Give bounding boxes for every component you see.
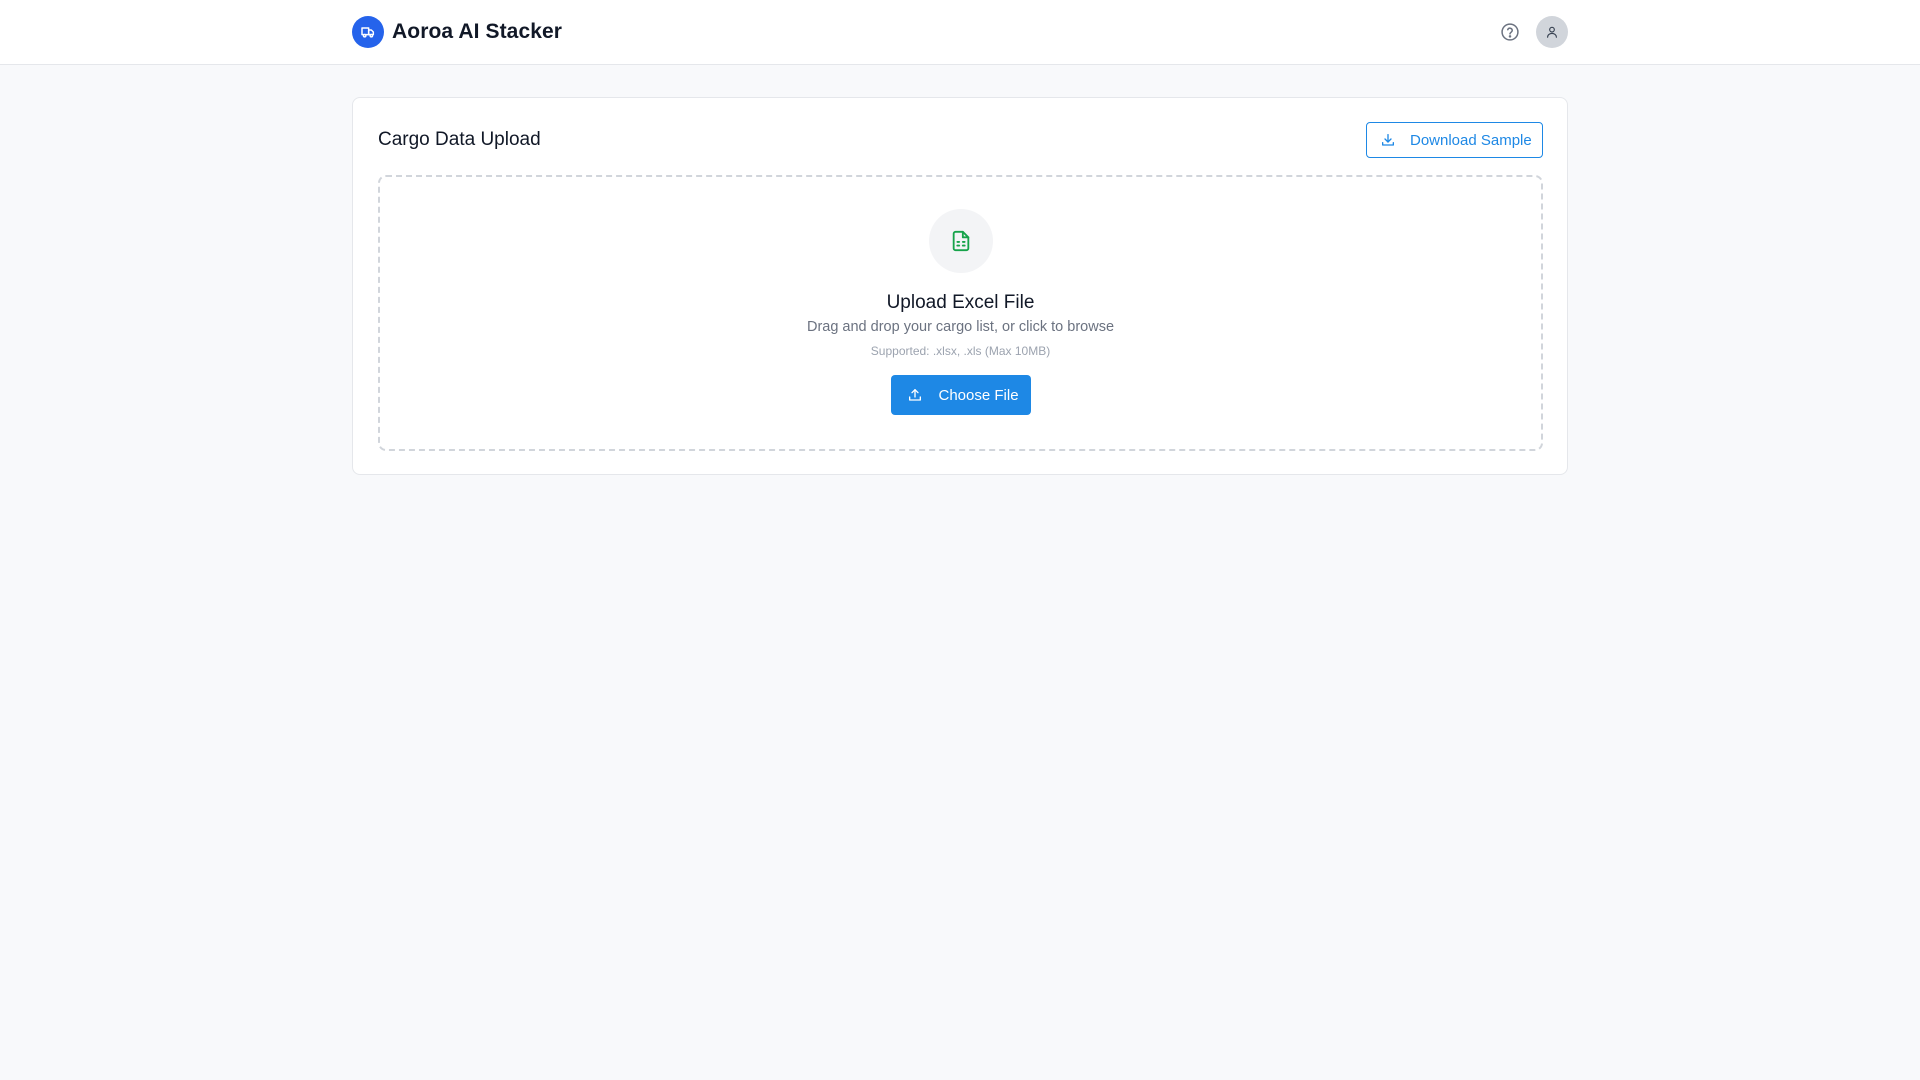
header-actions bbox=[1494, 16, 1568, 48]
spreadsheet-file-icon bbox=[952, 230, 969, 252]
file-dropzone[interactable]: Upload Excel File Drag and drop your car… bbox=[378, 175, 1543, 451]
upload-icon bbox=[908, 389, 921, 401]
truck-icon bbox=[352, 16, 384, 48]
user-icon bbox=[1547, 26, 1557, 38]
file-icon-badge bbox=[928, 209, 993, 273]
dropzone-subtitle: Drag and drop your cargo list, or click … bbox=[806, 319, 1115, 335]
download-sample-button[interactable]: Download Sample bbox=[1366, 122, 1543, 158]
card-title: Cargo Data Upload bbox=[378, 129, 541, 150]
top-header: Aoroa AI Stacker bbox=[0, 0, 1920, 65]
dropzone-title: Upload Excel File bbox=[886, 292, 1035, 313]
download-sample-label: Download Sample bbox=[1410, 131, 1532, 149]
choose-file-label: Choose File bbox=[938, 386, 1019, 404]
help-circle-icon bbox=[1501, 23, 1519, 41]
brand[interactable]: Aoroa AI Stacker bbox=[352, 16, 562, 48]
upload-card: Cargo Data Upload Download Sample Upload… bbox=[352, 97, 1568, 475]
user-avatar-button[interactable] bbox=[1536, 16, 1568, 48]
help-button[interactable] bbox=[1494, 16, 1526, 48]
supported-formats-note: Supported: .xlsx, .xls (Max 10MB) bbox=[870, 344, 1051, 358]
download-icon bbox=[1382, 134, 1394, 146]
choose-file-button[interactable]: Choose File bbox=[890, 375, 1031, 415]
app-title: Aoroa AI Stacker bbox=[392, 20, 563, 43]
